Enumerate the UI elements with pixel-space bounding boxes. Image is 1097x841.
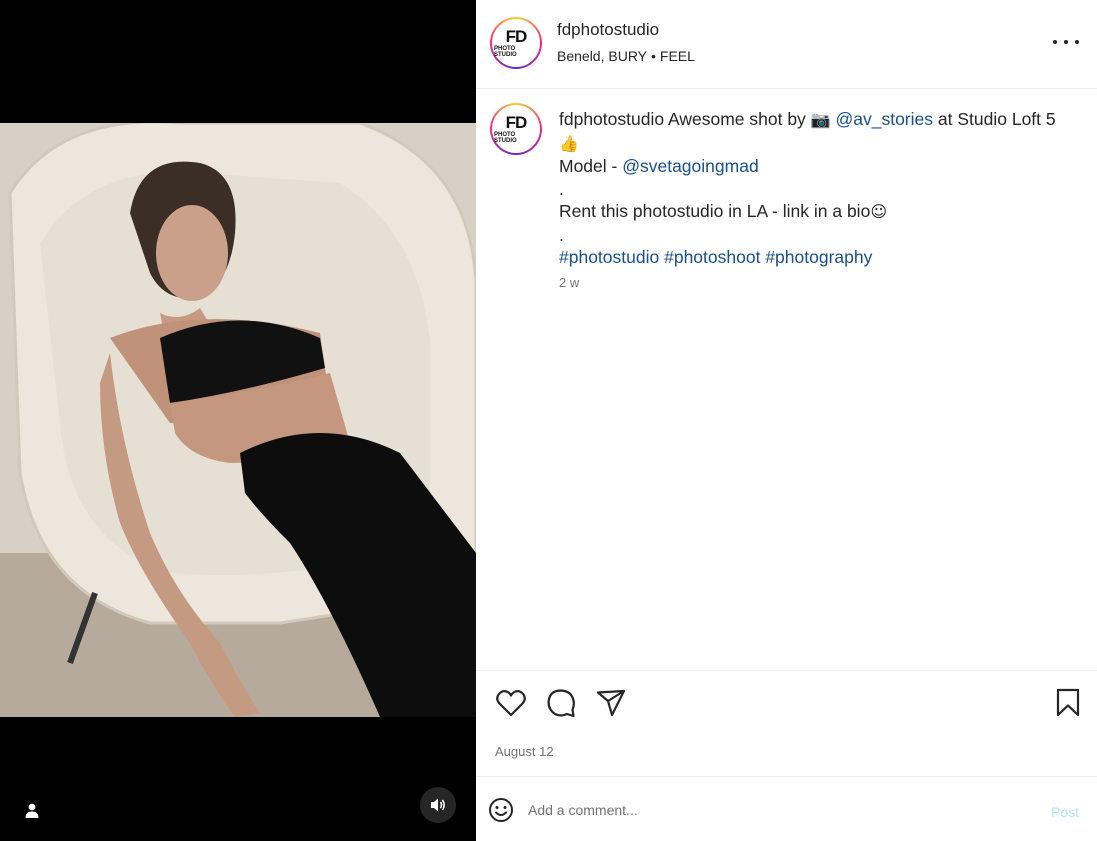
mention-link[interactable]: @svetagoingmad — [622, 156, 758, 176]
mention-link[interactable]: @av_stories — [835, 109, 933, 129]
caption-dot: . — [559, 224, 564, 245]
location-separator: • — [651, 48, 656, 64]
bookmark-icon — [1056, 688, 1080, 717]
caption-dot: . — [559, 178, 564, 199]
post-details-panel: FD PHOTO STUDIO fdphotostudio Beneld, BU… — [476, 0, 1097, 841]
avatar[interactable]: FD PHOTO STUDIO — [490, 17, 542, 69]
more-options-button[interactable] — [1053, 30, 1079, 54]
hashtag-link[interactable]: #photostudio — [559, 247, 659, 267]
caption-line-1: fdphotostudio Awesome shot by 📷 @av_stor… — [559, 108, 1069, 155]
hashtag-link[interactable]: #photoshoot — [664, 247, 760, 267]
speaker-icon — [431, 798, 445, 812]
smiley-icon — [489, 798, 513, 822]
avatar-logo-subtext: PHOTO STUDIO — [494, 132, 517, 144]
model-label: Model - — [559, 156, 623, 176]
comment-form: Post — [476, 778, 1097, 841]
caption-line-rent: Rent this photostudio in LA - link in a … — [559, 200, 1069, 224]
caption-text-2: at Studio Loft 5 — [937, 109, 1056, 129]
post-location: Beneld, BURY • FEEL — [557, 48, 695, 64]
more-dot-icon — [1053, 40, 1057, 44]
location-link[interactable]: Beneld, BURY — [557, 48, 647, 64]
avatar-logo-text: FD — [505, 27, 528, 46]
share-icon — [596, 689, 626, 717]
tagged-users-button[interactable] — [18, 796, 46, 824]
avatar-logo-subtext: PHOTO STUDIO — [494, 46, 517, 58]
caption-avatar[interactable]: FD PHOTO STUDIO — [490, 103, 542, 155]
smile-emoji: ☺ — [870, 202, 887, 221]
post-media — [0, 0, 476, 841]
post-caption: FD PHOTO STUDIO fdphotostudio Awesome sh… — [476, 89, 1097, 671]
post-actions: August 12 — [476, 670, 1097, 777]
comment-input[interactable] — [528, 798, 1008, 822]
caption-username-link[interactable]: fdphotostudio — [559, 109, 664, 129]
rent-text: Rent this photostudio in LA - link in a … — [559, 201, 871, 221]
post-header: FD PHOTO STUDIO fdphotostudio Beneld, BU… — [476, 0, 1097, 89]
more-dot-icon — [1075, 40, 1079, 44]
comment-icon — [547, 689, 575, 718]
thumbs-up-emoji: 👍 — [559, 133, 579, 153]
caption-text: fdphotostudio Awesome shot by 📷 @av_stor… — [559, 108, 1069, 269]
camera-emoji: 📷 — [810, 110, 831, 129]
post-date[interactable]: August 12 — [495, 744, 554, 759]
caption-hashtags: #photostudio #photoshoot #photography — [559, 246, 1069, 269]
audio-toggle-button[interactable] — [420, 787, 456, 823]
post-comment-button[interactable]: Post — [1051, 804, 1079, 820]
avatar-logo-text: FD — [505, 113, 528, 132]
comment-button[interactable] — [545, 687, 577, 719]
share-button[interactable] — [595, 687, 627, 719]
caption-time-ago[interactable]: 2 w — [559, 275, 579, 290]
hashtag-link[interactable]: #photography — [765, 247, 872, 267]
heart-icon — [496, 690, 526, 717]
more-dot-icon — [1064, 40, 1068, 44]
post-username-link[interactable]: fdphotostudio — [557, 20, 659, 40]
post-photo[interactable] — [0, 123, 476, 717]
emoji-picker-button[interactable] — [488, 797, 514, 823]
caption-text-1: Awesome shot by — [668, 109, 806, 129]
like-button[interactable] — [495, 687, 527, 719]
caption-line-model: Model - @svetagoingmad — [559, 155, 1069, 178]
save-button[interactable] — [1052, 687, 1084, 719]
audio-label-link[interactable]: FEEL — [660, 48, 695, 64]
user-icon — [25, 803, 39, 818]
